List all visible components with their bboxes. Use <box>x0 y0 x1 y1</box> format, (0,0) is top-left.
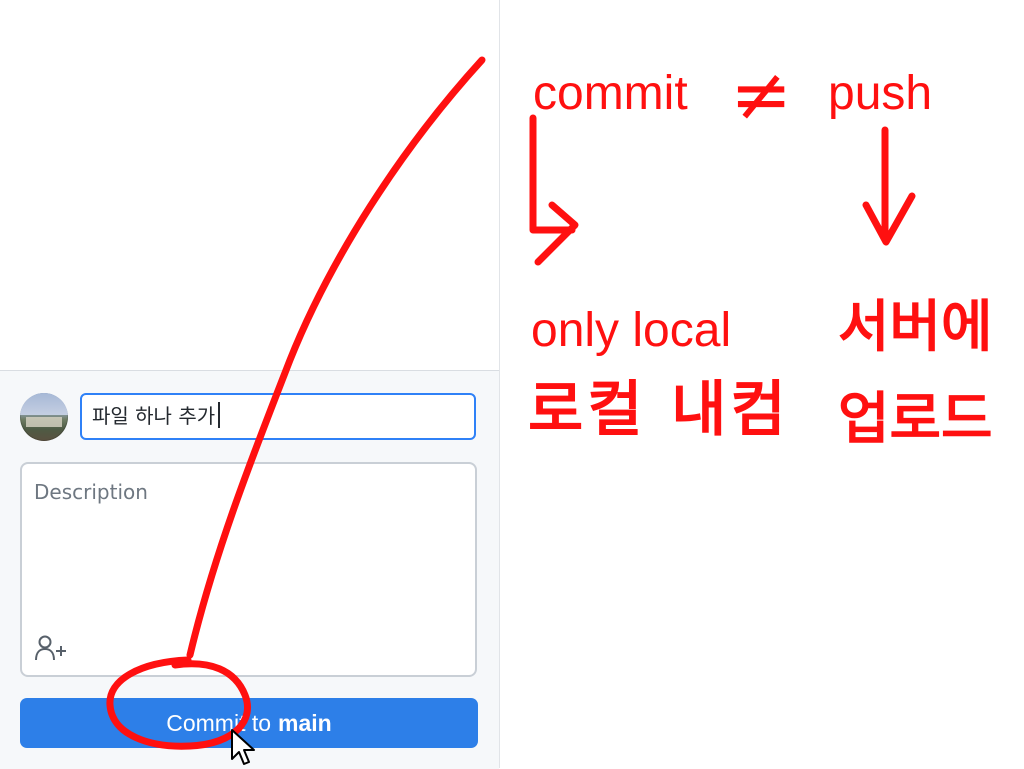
commit-summary-input[interactable]: 파일 하나 추가 <box>80 393 476 440</box>
commit-summary-text: 파일 하나 추가 <box>92 404 216 428</box>
annotation-local-korean: 로컬 내컴 <box>528 375 790 445</box>
annotation-only-local: only local <box>531 304 732 357</box>
commit-down-arrow <box>529 114 579 266</box>
annotation-commit: commit <box>533 67 688 120</box>
person-plus-icon[interactable] <box>34 634 70 662</box>
description-placeholder: Description <box>34 480 148 504</box>
text-caret <box>218 402 221 428</box>
annotation-not-equal: ≠ <box>730 52 793 138</box>
user-avatar <box>20 393 68 441</box>
push-down-arrow <box>862 126 916 246</box>
mouse-pointer-icon <box>231 729 255 765</box>
annotation-server-upload-korean: 서버에 업로드 <box>838 295 993 453</box>
annotation-push: push <box>828 67 933 120</box>
branch-name: main <box>278 709 332 736</box>
commit-description-field[interactable]: Description <box>20 462 477 677</box>
